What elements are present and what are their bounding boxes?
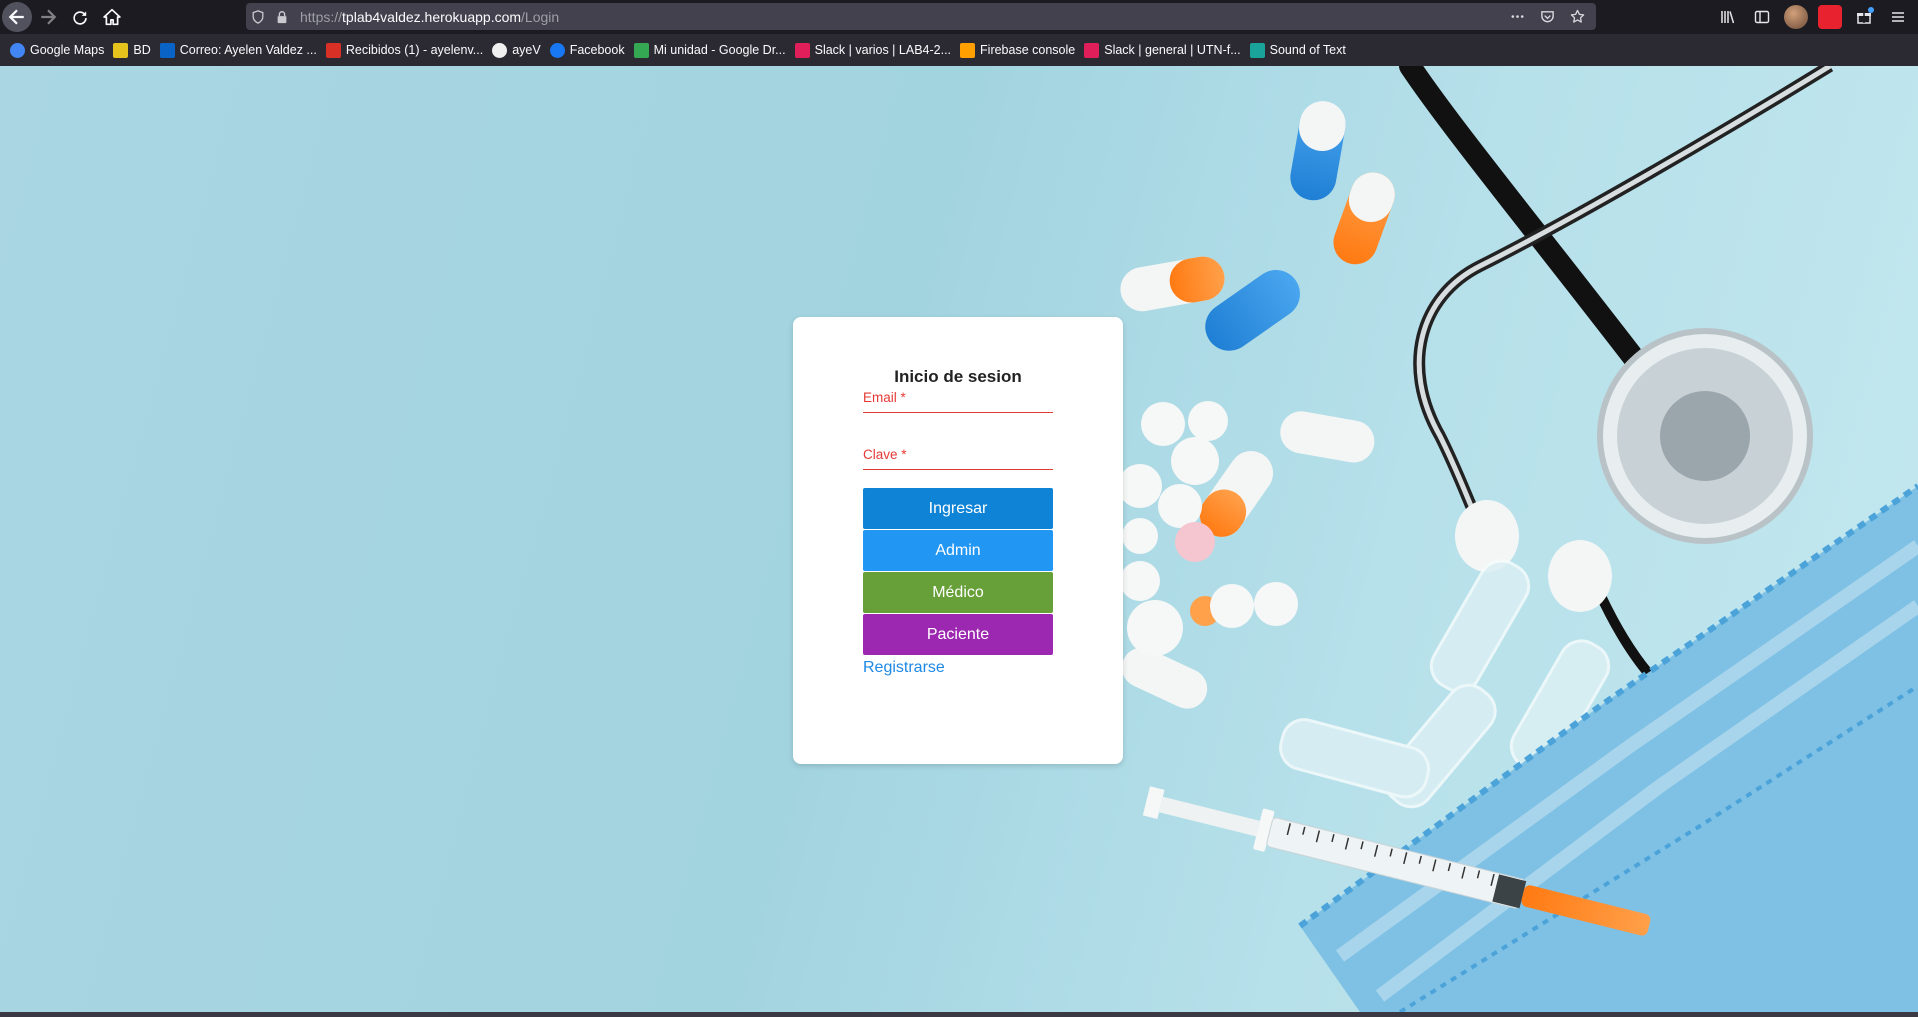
lock-icon[interactable] <box>270 10 294 24</box>
reload-icon <box>73 11 87 25</box>
gmail-icon <box>325 42 341 58</box>
github-icon <box>492 42 508 58</box>
bookmark-label: Firebase console <box>980 43 1076 57</box>
bookmark-item[interactable]: Google Maps <box>8 38 111 62</box>
bookmark-item[interactable]: BD <box>111 38 157 62</box>
url-actions <box>1506 6 1596 28</box>
ingresar-button[interactable]: Ingresar <box>863 488 1053 529</box>
account-avatar-icon[interactable] <box>1784 5 1808 29</box>
bookmark-label: ayeV <box>512 43 541 57</box>
pocket-icon[interactable] <box>1536 6 1558 28</box>
firebase-icon <box>960 42 976 58</box>
medico-button[interactable]: Médico <box>863 572 1053 613</box>
image-icon <box>113 42 129 58</box>
sound-icon <box>1249 42 1265 58</box>
email-field[interactable]: Email * <box>863 389 1053 413</box>
slack-icon <box>1084 42 1100 58</box>
url-prefix: https:// <box>300 8 343 25</box>
url-host: tplab4valdez.herokuapp.com <box>342 8 522 25</box>
drive-icon <box>633 42 649 58</box>
bookmark-star-icon[interactable] <box>1566 6 1588 28</box>
forward-button[interactable] <box>32 1 64 33</box>
arrow-right-icon <box>41 9 57 25</box>
menu-icon[interactable] <box>1886 5 1910 29</box>
bookmark-label: Slack | general | UTN-f... <box>1104 43 1241 57</box>
bookmark-label: Mi unidad - Google Dr... <box>653 43 786 57</box>
home-icon <box>103 8 121 26</box>
page-content: Inicio de sesion Email * Clave * Ingresa… <box>0 66 1918 1012</box>
bookmark-label: Slack | varios | LAB4-2... <box>814 43 952 57</box>
email-input[interactable] <box>863 389 1053 412</box>
whats-new-icon[interactable] <box>1852 5 1876 29</box>
bookmark-label: Recibidos (1) - ayelenv... <box>345 43 484 57</box>
extension-icon[interactable] <box>1818 5 1842 29</box>
bookmarks-bar: Google Maps BD Correo: Ayelen Valdez ... Re… <box>0 34 1918 66</box>
google-icon <box>10 42 25 58</box>
window-bottom-edge <box>0 1012 1918 1017</box>
shield-icon[interactable] <box>246 9 270 24</box>
back-button[interactable] <box>2 2 32 32</box>
paciente-button[interactable]: Paciente <box>863 614 1053 655</box>
bookmark-label: Sound of Text <box>1269 43 1346 57</box>
reload-button[interactable] <box>64 1 96 33</box>
bookmark-item[interactable]: Mi unidad - Google Dr... <box>632 38 793 62</box>
home-button[interactable] <box>96 1 128 33</box>
facebook-icon <box>549 42 565 58</box>
bookmark-item[interactable]: Slack | varios | LAB4-2... <box>793 38 958 62</box>
password-input[interactable] <box>863 446 1053 469</box>
bookmark-item[interactable]: ayeV <box>490 38 548 62</box>
bookmark-label: Facebook <box>569 43 625 57</box>
browser-toolbar: https://tplab4valdez.herokuapp.com/Login <box>0 0 1918 34</box>
bookmark-item[interactable]: Slack | general | UTN-f... <box>1082 38 1247 62</box>
bookmark-item[interactable]: Correo: Ayelen Valdez ... <box>158 38 324 62</box>
bookmark-label: BD <box>133 43 151 57</box>
bookmark-item[interactable]: Sound of Text <box>1248 38 1353 62</box>
bookmark-label: Google Maps <box>30 43 105 57</box>
login-card: Inicio de sesion Email * Clave * Ingresa… <box>793 317 1123 764</box>
bookmark-item[interactable]: Firebase console <box>958 38 1082 62</box>
login-title: Inicio de sesion <box>894 367 1022 386</box>
password-field[interactable]: Clave * <box>863 446 1053 470</box>
sidebar-icon[interactable] <box>1750 5 1774 29</box>
url-text[interactable]: https://tplab4valdez.herokuapp.com/Login <box>300 9 559 25</box>
register-link[interactable]: Registrarse <box>863 659 945 677</box>
arrow-left-icon <box>8 9 24 25</box>
url-bar[interactable]: https://tplab4valdez.herokuapp.com/Login <box>246 3 1596 30</box>
bookmark-item[interactable]: Facebook <box>548 38 632 62</box>
page-actions-icon[interactable] <box>1506 6 1528 28</box>
toolbar-right <box>1716 0 1918 34</box>
bookmark-item[interactable]: Recibidos (1) - ayelenv... <box>324 38 490 62</box>
outlook-icon <box>159 42 175 58</box>
slack-icon <box>794 42 810 58</box>
library-icon[interactable] <box>1716 5 1740 29</box>
url-path: /Login <box>521 8 560 25</box>
bookmark-label: Correo: Ayelen Valdez ... <box>179 43 317 57</box>
admin-button[interactable]: Admin <box>863 530 1053 571</box>
